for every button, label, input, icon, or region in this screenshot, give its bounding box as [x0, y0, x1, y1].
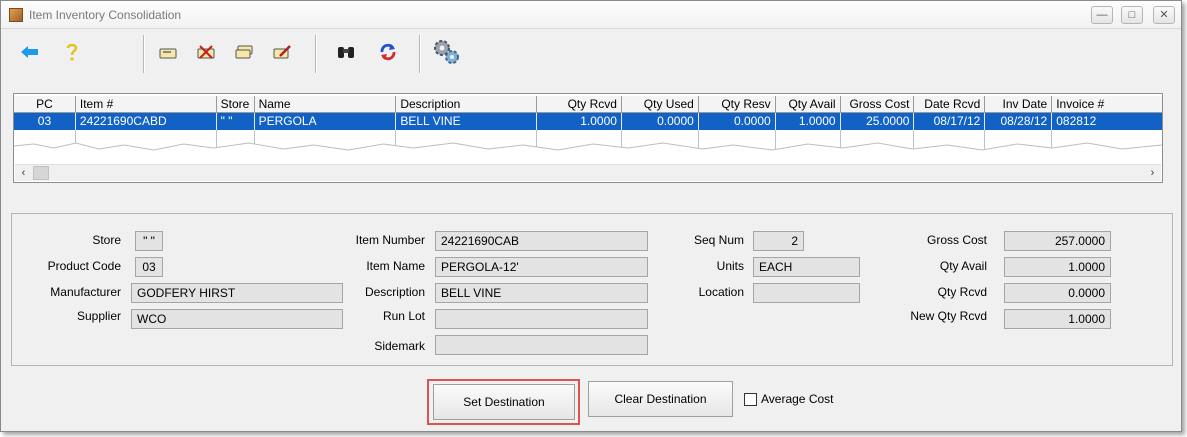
- qty-avail-field[interactable]: 1.0000: [1004, 257, 1111, 277]
- item-detail-panel: Store " " Product Code 03 Manufacturer G…: [11, 213, 1173, 366]
- column-header-qty-resv[interactable]: Qty Resv: [698, 96, 776, 113]
- seq-num-label: Seq Num: [693, 233, 744, 247]
- item-number-label: Item Number: [355, 233, 425, 247]
- scroll-right-icon[interactable]: ›: [1144, 165, 1161, 182]
- qty-avail-label: Qty Avail: [939, 259, 987, 273]
- cell-qty-used: 0.0000: [622, 113, 699, 130]
- back-arrow-icon[interactable]: [15, 37, 45, 67]
- set-destination-button[interactable]: Set Destination: [433, 384, 575, 420]
- column-header-date-rcvd[interactable]: Date Rcvd: [914, 96, 986, 113]
- sidemark-field[interactable]: [435, 335, 648, 355]
- close-button[interactable]: ✕: [1153, 6, 1175, 24]
- new-qty-rcvd-field[interactable]: 1.0000: [1004, 309, 1111, 329]
- units-label: Units: [716, 259, 744, 273]
- column-header-invoice-number[interactable]: Invoice #: [1052, 96, 1162, 113]
- cell-name: PERGOLA: [255, 113, 397, 130]
- column-header-gross-cost[interactable]: Gross Cost: [840, 96, 915, 113]
- column-header-pc[interactable]: PC: [14, 96, 76, 113]
- gross-cost-label: Gross Cost: [926, 233, 987, 247]
- card-delete-icon[interactable]: [191, 37, 221, 67]
- refresh-icon[interactable]: [373, 37, 403, 67]
- average-cost-label[interactable]: Average Cost: [761, 392, 834, 406]
- new-qty-rcvd-label: New Qty Rcvd: [910, 309, 987, 323]
- gears-icon[interactable]: [431, 37, 461, 67]
- card-edit-icon[interactable]: [267, 37, 297, 67]
- help-icon[interactable]: [57, 37, 87, 67]
- column-header-inv-date[interactable]: Inv Date: [985, 96, 1053, 113]
- store-label: Store: [92, 233, 121, 247]
- location-label: Location: [698, 285, 744, 299]
- inventory-grid[interactable]: PC Item # Store Name Description Qty Rcv…: [13, 93, 1163, 183]
- cell-store: " ": [217, 113, 255, 130]
- manufacturer-field[interactable]: GODFERY HIRST: [131, 283, 343, 303]
- item-name-label: Item Name: [366, 259, 425, 273]
- column-header-name[interactable]: Name: [254, 96, 397, 113]
- manufacturer-label: Manufacturer: [50, 285, 121, 299]
- column-header-qty-rcvd[interactable]: Qty Rcvd: [537, 96, 622, 113]
- cell-pc: 03: [14, 113, 76, 130]
- qty-rcvd-label: Qty Rcvd: [937, 285, 987, 299]
- average-cost-checkbox[interactable]: [744, 393, 757, 406]
- app-window: Item Inventory Consolidation — □ ✕ PC It…: [0, 0, 1182, 432]
- toolbar-separator: [143, 35, 145, 73]
- cell-qty-resv: 0.0000: [699, 113, 776, 130]
- scroll-thumb[interactable]: [33, 166, 49, 180]
- scroll-left-icon[interactable]: ‹: [15, 165, 32, 182]
- qty-rcvd-field[interactable]: 0.0000: [1004, 283, 1111, 303]
- cell-gross-cost: 25.0000: [841, 113, 915, 130]
- supplier-field[interactable]: WCO: [131, 309, 343, 329]
- run-lot-field[interactable]: [435, 309, 648, 329]
- clear-destination-button[interactable]: Clear Destination: [588, 381, 733, 417]
- run-lot-label: Run Lot: [382, 309, 425, 323]
- title-bar: Item Inventory Consolidation — □ ✕: [1, 1, 1181, 29]
- column-header-store[interactable]: Store: [216, 96, 255, 113]
- product-code-field[interactable]: 03: [135, 257, 163, 277]
- card-stack-icon[interactable]: [229, 37, 259, 67]
- minimize-button[interactable]: —: [1091, 6, 1113, 24]
- sidemark-label: Sidemark: [374, 339, 425, 353]
- cell-description: BELL VINE: [396, 113, 538, 130]
- maximize-button[interactable]: □: [1121, 6, 1143, 24]
- cell-qty-rcvd: 1.0000: [537, 113, 622, 130]
- seq-num-field[interactable]: 2: [753, 231, 804, 251]
- toolbar-separator: [419, 35, 421, 73]
- grid-header-row: PC Item # Store Name Description Qty Rcv…: [14, 96, 1162, 113]
- column-header-qty-used[interactable]: Qty Used: [621, 96, 699, 113]
- card-add-icon[interactable]: [153, 37, 183, 67]
- location-field[interactable]: [753, 283, 860, 303]
- cell-date-rcvd: 08/17/12: [914, 113, 986, 130]
- horizontal-scrollbar[interactable]: ‹ ›: [15, 164, 1161, 181]
- product-code-label: Product Code: [47, 259, 121, 273]
- cell-qty-avail: 1.0000: [776, 113, 841, 130]
- gross-cost-field[interactable]: 257.0000: [1004, 231, 1111, 251]
- toolbar: [9, 33, 1177, 77]
- units-field[interactable]: EACH: [753, 257, 860, 277]
- cell-item-number: 24221690CABD: [76, 113, 217, 130]
- description-label: Description: [364, 285, 425, 299]
- cell-inv-date: 08/28/12: [985, 113, 1053, 130]
- store-field[interactable]: " ": [135, 231, 163, 251]
- column-header-qty-avail[interactable]: Qty Avail: [775, 96, 841, 113]
- table-row[interactable]: 03 24221690CABD " " PERGOLA BELL VINE 1.…: [14, 113, 1162, 130]
- cell-invoice-number: 082812: [1056, 114, 1097, 128]
- supplier-label: Supplier: [76, 309, 121, 323]
- toolbar-separator: [315, 35, 317, 73]
- app-icon: [9, 8, 23, 22]
- torn-edge: [14, 142, 1162, 162]
- item-name-field[interactable]: PERGOLA-12': [435, 257, 648, 277]
- binoculars-icon[interactable]: [331, 37, 361, 67]
- column-header-description[interactable]: Description: [396, 96, 538, 113]
- window-title: Item Inventory Consolidation: [29, 8, 182, 22]
- description-field[interactable]: BELL VINE: [435, 283, 648, 303]
- item-number-field[interactable]: 24221690CAB: [435, 231, 648, 251]
- column-header-item-number[interactable]: Item #: [75, 96, 217, 113]
